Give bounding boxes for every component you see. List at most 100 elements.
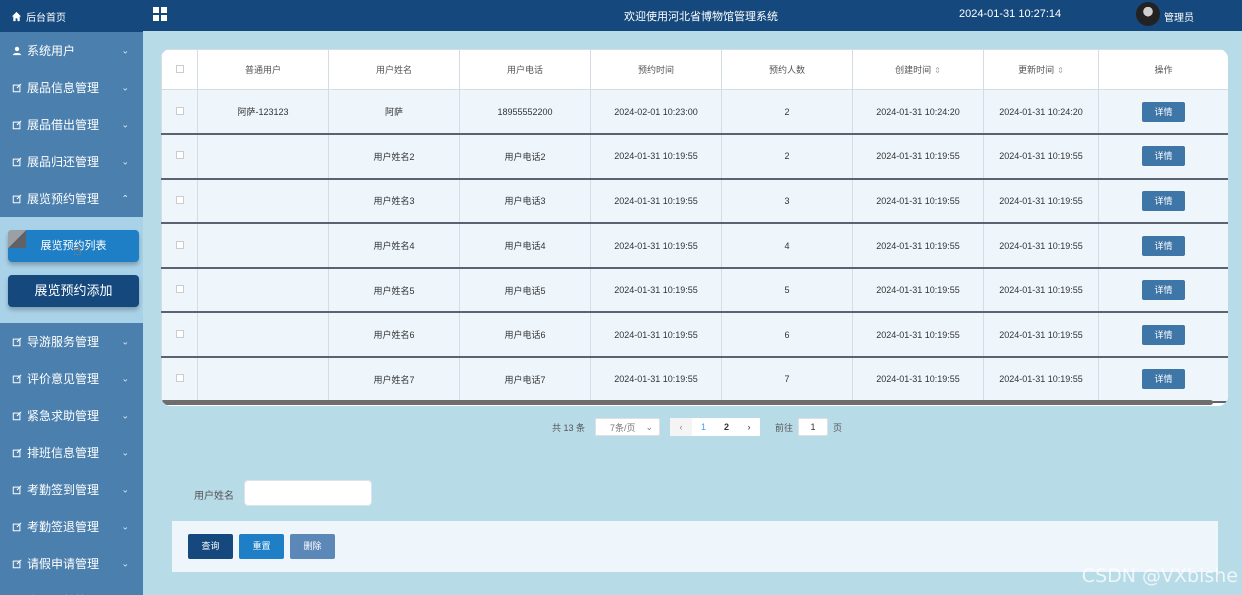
username-search-input[interactable] [244, 480, 372, 506]
table-cell: 用户姓名4 [328, 222, 460, 269]
sidebar-item[interactable]: 评价意见管理 ⌄ [0, 360, 143, 397]
sidebar-subitem-label: 展览预约添加 [34, 283, 113, 298]
row-checkbox-cell[interactable] [161, 311, 198, 359]
corner-fold-icon [8, 230, 26, 248]
row-checkbox-cell[interactable] [161, 222, 198, 269]
pagination: 共 13 条 7条/页 ⌄ ‹ 1 2 › 前往 1 页 [552, 417, 842, 437]
column-header: 普通用户 [197, 49, 329, 90]
chevron-down-icon: ⌄ [121, 484, 129, 494]
row-checkbox-cell[interactable] [161, 178, 198, 225]
prev-page-button[interactable]: ‹ [670, 418, 693, 436]
column-header[interactable]: 更新时间 ⇕ [983, 49, 1099, 90]
watermark: CSDN @VXbishe [1081, 565, 1238, 587]
detail-button[interactable]: 详情 [1142, 190, 1185, 211]
row-checkbox-cell[interactable] [161, 267, 198, 314]
row-checkbox[interactable] [175, 240, 184, 249]
page-title: 欢迎使用河北省博物馆管理系统 [624, 11, 778, 23]
sidebar-item[interactable]: 紧急求助管理 ⌄ [0, 397, 143, 434]
sidebar-submenu: 展览预约列表 ☝ 展览预约添加 [0, 217, 143, 323]
sidebar-item[interactable]: 考勤签退管理 ⌄ [0, 508, 143, 545]
row-checkbox-cell[interactable] [161, 356, 198, 403]
table-cell: 用户姓名3 [328, 178, 460, 225]
sidebar-item-label: 紧急求助管理 [27, 409, 100, 423]
column-header-label: 操作 [1154, 65, 1173, 75]
table-cell: 2024-02-01 10:23:00 [590, 89, 722, 136]
user-name[interactable]: 管理员 [1164, 9, 1194, 24]
column-header-label: 普通用户 [244, 65, 281, 75]
table-row: 用户姓名7 用户电话7 2024-01-31 10:19:55 7 2024-01-31… [161, 356, 1228, 403]
sidebar-item[interactable]: 展品信息管理 ⌄ [0, 69, 143, 106]
detail-button[interactable]: 详情 [1142, 369, 1185, 390]
sidebar-item[interactable]: 排班信息管理 ⌄ [0, 434, 143, 471]
row-checkbox[interactable] [175, 151, 184, 160]
page-button-1[interactable]: 1 [692, 418, 716, 436]
select-all-checkbox-cell[interactable] [161, 49, 198, 90]
table-cell: 2 [721, 89, 853, 136]
row-checkbox[interactable] [175, 329, 184, 338]
table-cell: 用户电话5 [459, 267, 591, 314]
table-cell-actions: 详情 [1098, 178, 1228, 225]
detail-button[interactable]: 详情 [1142, 280, 1185, 301]
sidebar-item[interactable]: 导游服务管理 ⌄ [0, 323, 143, 360]
table-cell: 用户姓名7 [328, 356, 460, 403]
sidebar-item[interactable]: 展品借出管理 ⌄ [0, 106, 143, 143]
sidebar-subitem-reservation-list[interactable]: 展览预约列表 ☝ [8, 230, 139, 262]
column-header[interactable]: 创建时间 ⇕ [852, 49, 984, 90]
sidebar-item-label: 导游服务管理 [27, 335, 100, 349]
detail-button[interactable]: 详情 [1142, 101, 1185, 122]
goto-prefix: 前往 [775, 422, 794, 433]
next-page-button[interactable]: › [738, 418, 761, 436]
edit-icon [11, 119, 22, 130]
table-cell: 2024-01-31 10:19:55 [983, 356, 1099, 403]
row-checkbox-cell[interactable] [161, 89, 198, 136]
table-cell [197, 178, 329, 225]
row-checkbox[interactable] [175, 195, 184, 204]
table-cell-actions: 详情 [1098, 222, 1228, 269]
search-label: 用户姓名 [194, 491, 234, 502]
query-button[interactable]: 查询 [188, 534, 233, 559]
row-checkbox[interactable] [175, 106, 184, 115]
edit-icon [11, 484, 22, 495]
sidebar-item[interactable]: 请假申请管理 ⌄ [0, 545, 143, 582]
sort-icon[interactable]: ⇕ [1057, 66, 1064, 75]
sidebar-item[interactable]: 展品归还管理 ⌄ [0, 143, 143, 180]
sidebar: 后台首页 系统用户 ⌄ 展品信息管理 ⌄ 展品借出管理 ⌄ 展品归还管理 ⌄ 展览预约管理 ⌃ 展… [0, 0, 143, 595]
sidebar-item-label: 展品归还管理 [27, 155, 100, 169]
select-all-checkbox[interactable] [175, 64, 184, 73]
sidebar-item[interactable]: 考勤签到管理 ⌄ [0, 471, 143, 508]
row-checkbox-cell[interactable] [161, 133, 198, 180]
sidebar-item[interactable]: 展览预约管理 ⌃ [0, 180, 143, 217]
reset-button[interactable]: 重置 [239, 534, 284, 559]
detail-button[interactable]: 详情 [1142, 235, 1185, 256]
page-size-select[interactable]: 7条/页 ⌄ [595, 418, 661, 436]
edit-icon [11, 521, 22, 532]
chevron-down-icon: ⌄ [121, 82, 129, 92]
user-icon [11, 45, 22, 56]
sort-icon[interactable]: ⇕ [934, 66, 941, 75]
detail-button[interactable]: 详情 [1142, 324, 1185, 345]
table-cell: 用户电话2 [459, 133, 591, 180]
detail-button[interactable]: 详情 [1142, 146, 1185, 167]
avatar[interactable] [1136, 2, 1160, 26]
table-cell: 2024-01-31 10:19:55 [852, 311, 984, 359]
table-cell: 2024-01-31 10:19:55 [983, 133, 1099, 180]
sidebar-item-label: 排班信息管理 [27, 446, 100, 460]
table-cell: 2024-01-31 10:19:55 [590, 178, 722, 225]
table-cell: 2024-01-31 10:19:55 [590, 311, 722, 359]
table-cell: 18955552200 [459, 89, 591, 136]
sidebar-item[interactable]: 系统用户 ⌄ [0, 32, 143, 69]
sidebar-item[interactable]: 参观人数管理⌄ [0, 582, 143, 595]
delete-button[interactable]: 删除 [290, 534, 335, 559]
horizontal-scrollbar[interactable] [161, 400, 1213, 405]
sidebar-subitem-reservation-add[interactable]: 展览预约添加 [8, 275, 139, 307]
row-checkbox[interactable] [175, 374, 184, 383]
goto-page-input[interactable]: 1 [798, 418, 829, 436]
row-checkbox[interactable] [175, 285, 184, 294]
sidebar-home[interactable]: 后台首页 [0, 0, 143, 32]
menu-grid-icon[interactable] [153, 7, 167, 21]
table-cell: 5 [721, 267, 853, 314]
table-cell: 3 [721, 178, 853, 225]
edit-icon [11, 373, 22, 384]
page-button-2[interactable]: 2 [715, 418, 739, 436]
edit-icon [11, 156, 22, 167]
